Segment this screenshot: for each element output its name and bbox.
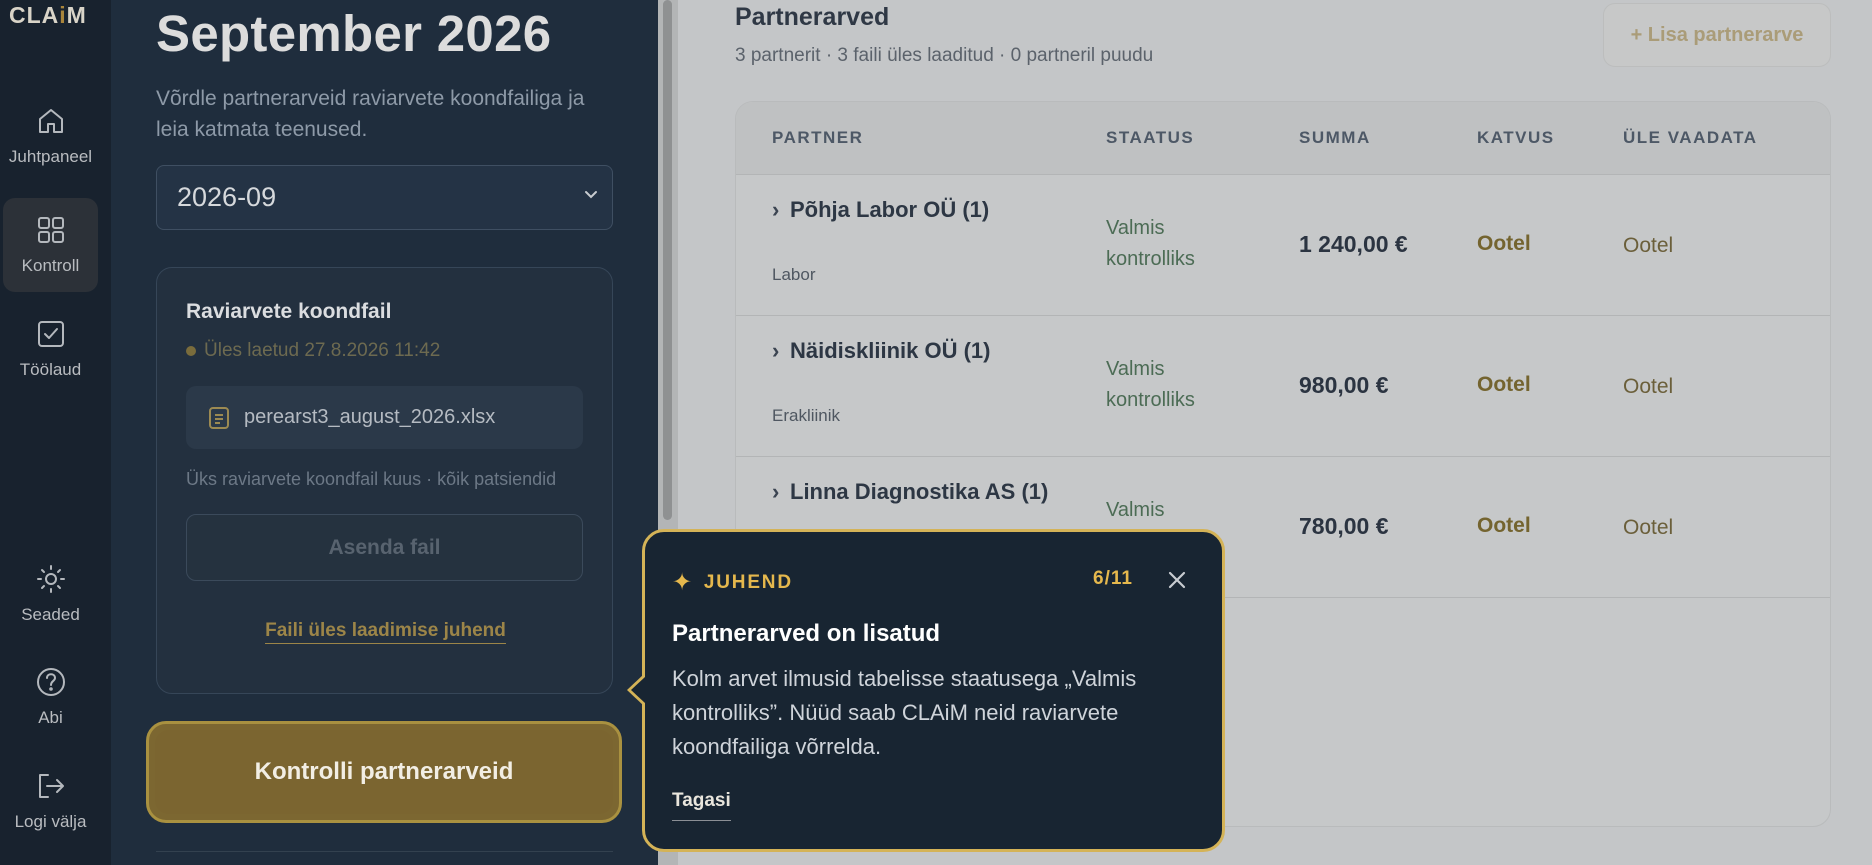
- tooltip-close-button[interactable]: [1165, 568, 1189, 592]
- status-dot-icon: [186, 346, 196, 356]
- tooltip-step-counter: 6/11: [1093, 568, 1133, 589]
- chevron-right-icon[interactable]: ›: [772, 338, 790, 364]
- app-logo[interactable]: CLAiM: [9, 2, 87, 29]
- partners-summary: 3 partnerit · 3 faili üles laaditud · 0 …: [735, 45, 1154, 66]
- upload-card: Raviarvete koondfail Üles laetud 27.8.20…: [156, 267, 613, 694]
- status-badge: Valmis: [1106, 499, 1165, 521]
- partner-name-cell[interactable]: › Linna Diagnostika AS (1): [772, 479, 1048, 505]
- tooltip-label-text: JUHEND: [703, 571, 793, 593]
- nav-rail: CLAiM Juhtpaneel Kontroll Töölaud Seaded…: [0, 0, 111, 865]
- nav-item-settings[interactable]: Seaded: [3, 547, 98, 641]
- month-subtitle: Võrdle partnerarveid raviarvete koondfai…: [156, 87, 585, 141]
- document-icon: [209, 406, 229, 429]
- table-row[interactable]: › Põhja Labor OÜ (1) Labor Valmis kontrol…: [736, 175, 1830, 316]
- status-badge: Valmis kontrolliks: [1106, 217, 1195, 270]
- amount-value: 980,00 €: [1299, 372, 1389, 398]
- add-partner-invoice-button[interactable]: + Lisa partnerarve: [1603, 3, 1831, 67]
- amount-value: 780,00 €: [1299, 513, 1389, 539]
- sparkle-icon: ✦: [672, 569, 694, 596]
- partner-name-cell[interactable]: › Põhja Labor OÜ (1): [772, 197, 989, 223]
- review-value: Ootel: [1623, 516, 1674, 539]
- guide-tooltip: ✦ JUHEND 6/11 Partnerarved on lisatud Ko…: [642, 529, 1225, 852]
- upload-card-title: Raviarvete koondfail: [186, 300, 392, 323]
- partner-name: Põhja Labor OÜ (1): [790, 197, 990, 222]
- amount-value: 1 240,00 €: [1299, 231, 1408, 257]
- partner-name-cell[interactable]: › Näidiskliinik OÜ (1): [772, 338, 991, 364]
- logo-text-prefix: CLA: [9, 2, 60, 28]
- tooltip-back-button[interactable]: Tagasi: [672, 790, 731, 821]
- table-row[interactable]: › Näidiskliinik OÜ (1) Erakliinik Valmis …: [736, 316, 1830, 457]
- close-icon: [1168, 571, 1186, 589]
- nav-label-logout: Logi välja: [14, 812, 87, 831]
- chevron-right-icon[interactable]: ›: [772, 479, 790, 505]
- checkbox-icon: [37, 321, 64, 347]
- coverage-value: Ootel: [1477, 232, 1531, 255]
- nav-label-dashboard: Juhtpaneel: [8, 147, 93, 166]
- logout-icon: [38, 774, 64, 798]
- nav-label-help: Abi: [38, 708, 63, 727]
- sun-gear-icon: [36, 565, 65, 593]
- nav-item-dashboard[interactable]: Juhtpaneel: [3, 89, 98, 183]
- check-invoices-label: Kontrolli partnerarveid: [155, 730, 613, 814]
- partner-type: Erakliinik: [772, 406, 841, 425]
- month-select-value: 2026-09: [177, 182, 277, 212]
- home-icon: [38, 109, 63, 133]
- partner-name: Linna Diagnostika AS (1): [790, 479, 1049, 504]
- uploaded-file[interactable]: perearst3_august_2026.xlsx: [186, 386, 583, 449]
- upload-status-text: Üles laetud 27.8.2026 11:42: [204, 340, 441, 361]
- coverage-value: Ootel: [1477, 373, 1531, 396]
- logo-text-suffix: M: [66, 2, 87, 28]
- nav-label-settings: Seaded: [21, 605, 80, 624]
- nav-label-worktable: Töölaud: [19, 360, 82, 379]
- nav-item-logout[interactable]: Logi välja: [3, 754, 98, 848]
- tooltip-title: Partnerarved on lisatud: [672, 620, 941, 647]
- divider: [156, 851, 613, 852]
- review-value: Ootel: [1623, 234, 1674, 257]
- nav-label-control: Kontroll: [21, 256, 80, 275]
- column-header-amount: SUMMA: [1299, 128, 1371, 147]
- month-title: September 2026: [156, 5, 552, 62]
- upload-status: Üles laetud 27.8.2026 11:42: [186, 340, 440, 362]
- replace-file-button[interactable]: Asenda fail: [186, 514, 583, 581]
- status-badge: Valmis kontrolliks: [1106, 358, 1195, 411]
- partners-title: Partnerarved: [735, 3, 890, 31]
- review-value: Ootel: [1623, 375, 1674, 398]
- nav-item-help[interactable]: Abi: [3, 650, 98, 744]
- question-icon: [36, 668, 65, 696]
- column-header-review: ÜLE VAADATA: [1623, 128, 1758, 147]
- grid-icon: [37, 217, 64, 243]
- tooltip-body: Kolm arvet ilmusid tabelisse staatusega …: [672, 666, 1137, 759]
- upload-note: Üks raviarvete koondfail kuus · kõik pat…: [186, 469, 557, 489]
- nav-item-worktable[interactable]: Töölaud: [3, 302, 98, 396]
- chevron-down-icon: [585, 191, 597, 199]
- chevron-right-icon[interactable]: ›: [772, 197, 790, 223]
- check-invoices-button[interactable]: Kontrolli partnerarveid: [146, 721, 622, 823]
- column-header-coverage: KATVUS: [1477, 128, 1555, 147]
- tooltip-label: ✦ JUHEND: [672, 568, 793, 597]
- column-header-status: STAATUS: [1106, 128, 1195, 147]
- nav-item-control[interactable]: Kontroll: [3, 198, 98, 292]
- partner-name: Näidiskliinik OÜ (1): [790, 338, 991, 363]
- coverage-value: Ootel: [1477, 514, 1531, 537]
- upload-guide-link[interactable]: Faili üles laadimise juhend: [265, 620, 506, 644]
- column-header-partner: PARTNER: [772, 128, 864, 147]
- file-name: perearst3_august_2026.xlsx: [244, 406, 496, 428]
- logo-text-accent: i: [59, 2, 67, 28]
- partner-type: Labor: [772, 265, 816, 284]
- month-select[interactable]: 2026-09: [156, 165, 613, 230]
- tooltip-arrow-inner: [631, 677, 645, 703]
- table-header: PARTNER STAATUS SUMMA KATVUS ÜLE VAADATA: [736, 102, 1830, 175]
- scrollbar-thumb[interactable]: [663, 0, 672, 520]
- upload-guide-link-wrap: Faili üles laadimise juhend: [157, 620, 614, 644]
